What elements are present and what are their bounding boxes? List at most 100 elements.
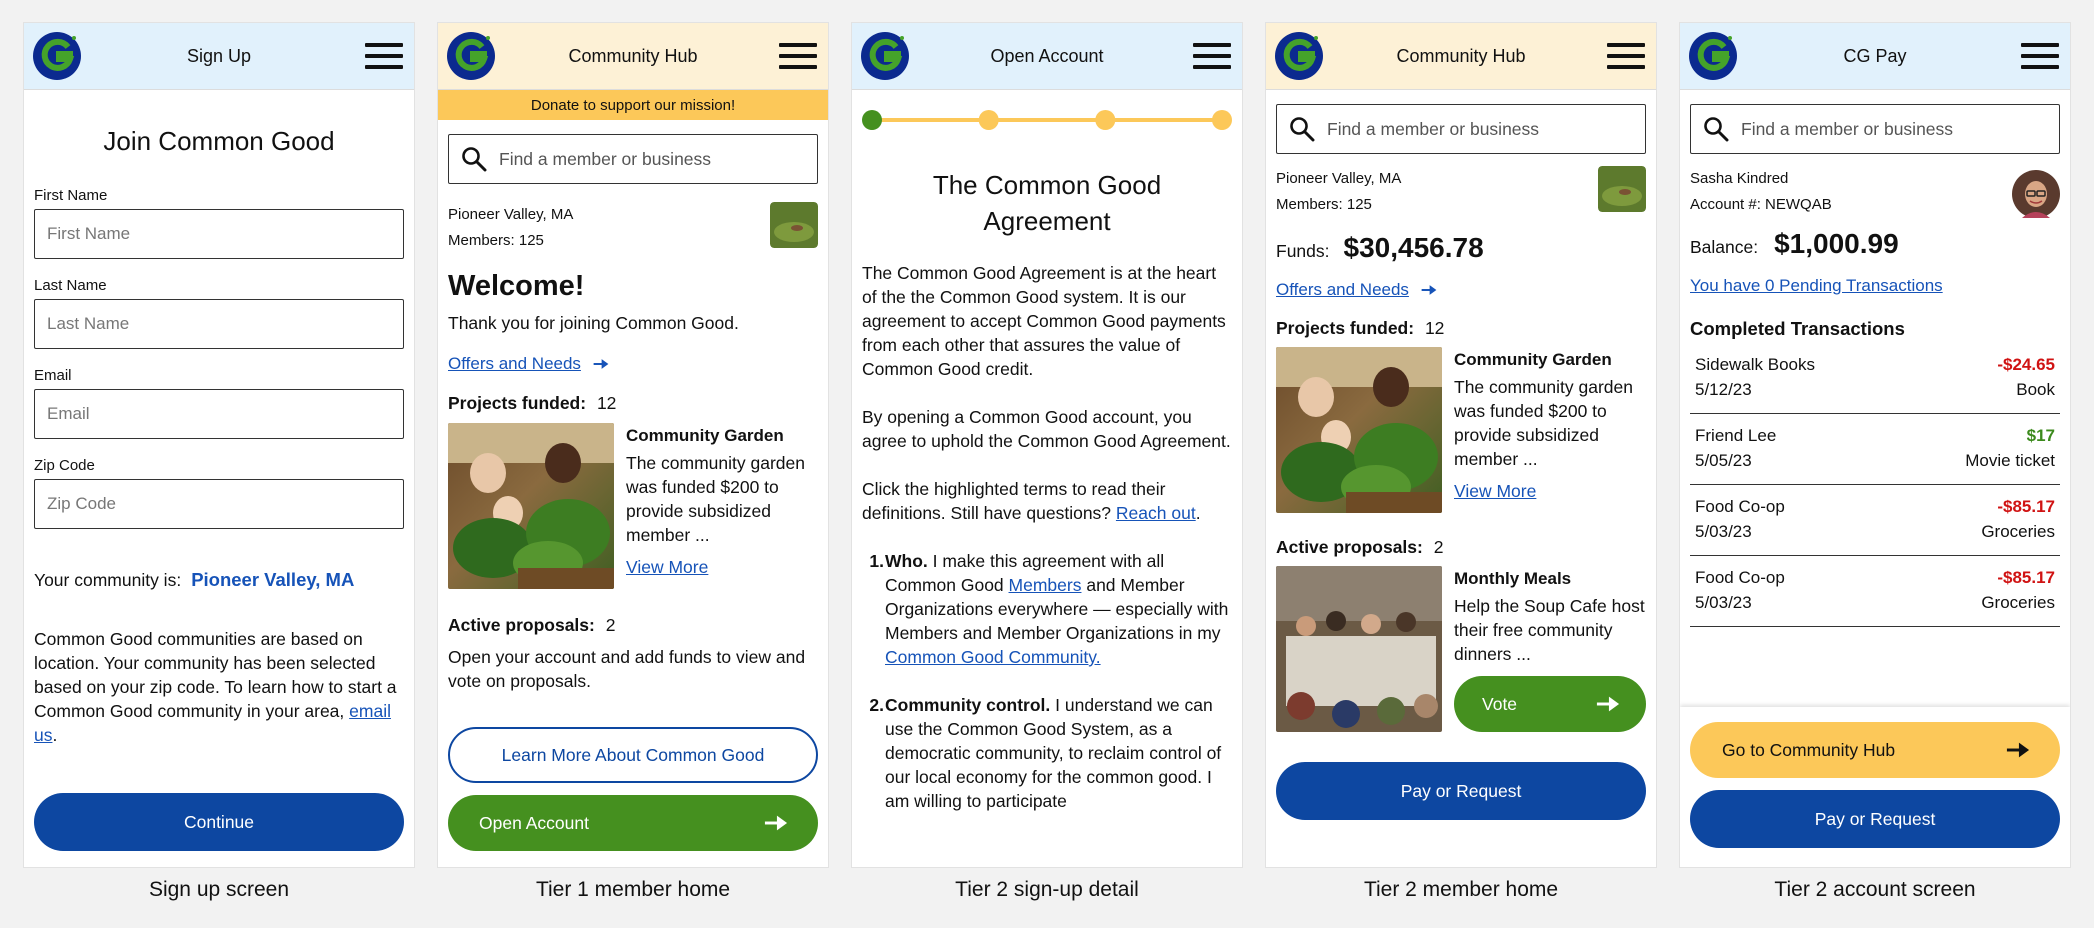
transaction-row[interactable]: Food Co-op 5/03/23 -$85.17 Groceries: [1690, 485, 2060, 556]
transactions-list: Sidewalk Books 5/12/23 -$24.65 Book Friend L…: [1690, 343, 2060, 627]
funds-label: Funds:: [1276, 241, 1330, 261]
transaction-row[interactable]: Food Co-op 5/03/23 -$85.17 Groceries: [1690, 556, 2060, 627]
signup-screen: Sign Up Join Common Good First Name First…: [23, 22, 415, 868]
offers-needs-label: Offers and Needs: [448, 354, 581, 373]
vote-button[interactable]: Vote: [1454, 676, 1646, 732]
transaction-row[interactable]: Sidewalk Books 5/12/23 -$24.65 Book: [1690, 343, 2060, 414]
search-input[interactable]: Find a member or business: [448, 134, 818, 184]
account-name: Sasha Kindred: [1690, 170, 1789, 187]
agreement-para-3: Click the highlighted terms to read thei…: [862, 477, 1232, 525]
avatar[interactable]: [2012, 170, 2060, 218]
arrow-right-icon: [1421, 284, 1437, 296]
donate-banner-text: Donate to support our mission!: [530, 96, 736, 114]
common-good-logo-icon[interactable]: [860, 31, 910, 81]
balance-row: Balance: $1,000.99: [1690, 228, 2060, 260]
agreement-para-1: The Common Good Agreement is at the hear…: [862, 263, 1226, 379]
pay-or-request-label: Pay or Request: [1400, 780, 1522, 801]
project-card[interactable]: Community Garden The community garden wa…: [448, 423, 818, 589]
search-placeholder: Find a member or business: [1741, 118, 1954, 139]
info-text: Common Good communities are based on loc…: [34, 629, 397, 721]
zip-code-field[interactable]: Zip Code: [34, 479, 404, 529]
hamburger-menu-icon[interactable]: [2021, 43, 2059, 69]
hamburger-menu-icon[interactable]: [779, 43, 817, 69]
view-more-link[interactable]: View More: [626, 557, 818, 578]
last-name-field[interactable]: Last Name: [34, 299, 404, 349]
signup-form: First Name First Name Last Name Last Name Em…: [34, 187, 404, 529]
search-input[interactable]: Find a member or business: [1690, 104, 2060, 154]
open-account-button[interactable]: Open Account: [448, 795, 818, 851]
members-link[interactable]: Members: [1009, 575, 1082, 595]
search-input[interactable]: Find a member or business: [1276, 104, 1646, 154]
common-good-logo-icon[interactable]: [446, 31, 496, 81]
transaction-date: 5/12/23: [1695, 380, 1752, 399]
community-thumbnail[interactable]: [770, 202, 818, 248]
community-label: Your community is:: [34, 570, 182, 590]
common-good-logo-icon[interactable]: [1688, 31, 1738, 81]
field-label: First Name: [34, 187, 108, 204]
welcome-text: Thank you for joining Common Good.: [448, 313, 739, 333]
community-thumbnail[interactable]: [1598, 166, 1646, 212]
transaction-row[interactable]: Friend Lee 5/05/23 $17 Movie ticket: [1690, 414, 2060, 485]
proposal-card[interactable]: Monthly Meals Help the Soup Cafe host th…: [1276, 566, 1646, 732]
common-good-logo-icon[interactable]: [32, 31, 82, 81]
offers-needs-link[interactable]: Offers and Needs: [448, 354, 818, 374]
header-title: CG Pay: [1843, 45, 1907, 66]
field-placeholder: Zip Code: [47, 494, 116, 513]
community-location: Pioneer Valley, MA: [448, 206, 574, 223]
tier2-home-screen: Community Hub Find a member or business …: [1265, 22, 1657, 868]
header: Sign Up: [24, 23, 414, 90]
monthly-meals-image: [1276, 566, 1442, 732]
pending-transactions-link[interactable]: You have 0 Pending Transactions: [1690, 276, 2060, 296]
offers-needs-link[interactable]: Offers and Needs: [1276, 280, 1646, 300]
progress-step-3: [1095, 110, 1116, 130]
community-info: Pioneer Valley, MA Members: 125: [448, 202, 818, 254]
tier1-home-screen: Community Hub Donate to support our miss…: [437, 22, 829, 868]
community-garden-image: [1276, 347, 1442, 513]
transaction-amount: -$85.17: [1997, 568, 2055, 587]
first-name-field[interactable]: First Name: [34, 209, 404, 259]
learn-more-button[interactable]: Learn More About Common Good: [448, 727, 818, 783]
transaction-note: Groceries: [1981, 593, 2055, 612]
arrow-right-icon: [764, 815, 788, 832]
tier2-account-screen: CG Pay Find a member or business Sasha K…: [1679, 22, 2071, 868]
item-2-text: Community control. I understand we can u…: [885, 693, 1232, 813]
pay-or-request-button[interactable]: Pay or Request: [1690, 790, 2060, 848]
continue-button[interactable]: Continue: [34, 793, 404, 851]
project-description: The community garden was funded $200 to …: [1454, 377, 1633, 469]
item-1-heading: Who.: [885, 551, 928, 571]
common-good-logo-icon[interactable]: [1274, 31, 1324, 81]
donate-banner[interactable]: Donate to support our mission!: [438, 90, 828, 120]
pay-or-request-button[interactable]: Pay or Request: [1276, 762, 1646, 820]
proposal-title: Monthly Meals: [1454, 569, 1572, 588]
community-row: Your community is: Pioneer Valley, MA: [34, 569, 404, 591]
reach-out-link[interactable]: Reach out: [1116, 503, 1196, 523]
agreement-item-2: 2. Community control. I understand we ca…: [862, 693, 1232, 813]
agreement-heading: The Common Good Agreement: [932, 170, 1162, 236]
header-title: Sign Up: [186, 45, 252, 66]
hamburger-menu-icon[interactable]: [1193, 43, 1231, 69]
transaction-note: Groceries: [1981, 522, 2055, 541]
field-label: Last Name: [34, 277, 107, 294]
community-members: Members: 125: [448, 232, 544, 249]
caption-tier2-home: Tier 2 member home: [1363, 878, 1559, 901]
proposal-description: Help the Soup Cafe host their free commu…: [1454, 596, 1645, 664]
project-title: Community Garden: [626, 426, 784, 445]
projects-funded: Projects funded: 12: [448, 393, 818, 414]
email-field[interactable]: Email: [34, 389, 404, 439]
search-placeholder: Find a member or business: [499, 148, 712, 169]
proposals-count: 2: [605, 615, 616, 635]
item-2-number: 2.: [869, 695, 884, 715]
projects-count: 12: [596, 393, 617, 413]
view-more-link[interactable]: View More: [1454, 481, 1646, 502]
continue-label: Continue: [183, 811, 255, 832]
progress-step-4: [1212, 110, 1232, 130]
common-good-community-link[interactable]: Common Good Community.: [885, 647, 1101, 667]
go-to-community-hub-button[interactable]: Go to Community Hub: [1690, 722, 2060, 778]
item-2-heading: Community control.: [885, 695, 1051, 715]
hamburger-menu-icon[interactable]: [365, 43, 403, 69]
header: Community Hub: [1266, 23, 1656, 90]
header: CG Pay: [1680, 23, 2070, 90]
project-card[interactable]: Community Garden The community garden wa…: [1276, 347, 1646, 513]
hamburger-menu-icon[interactable]: [1607, 43, 1645, 69]
active-proposals: Active proposals: 2: [1276, 537, 1646, 558]
